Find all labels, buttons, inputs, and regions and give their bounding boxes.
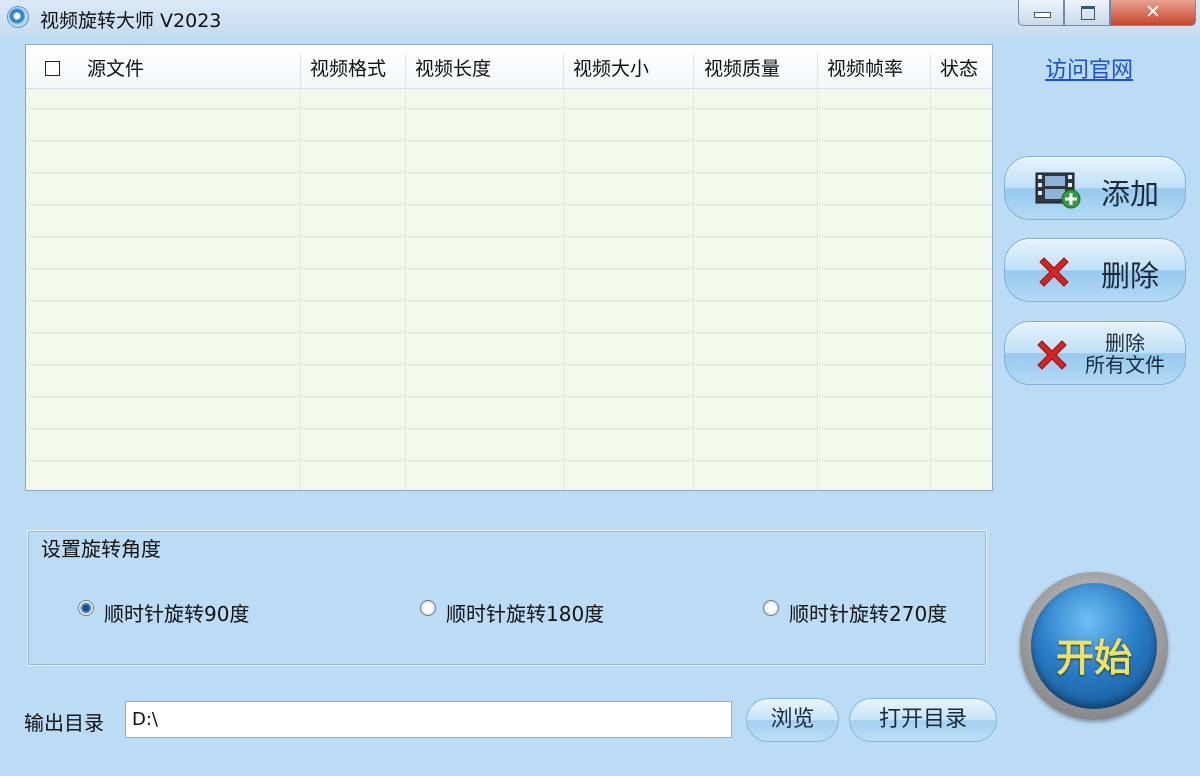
start-button[interactable]: 开始 xyxy=(1020,572,1168,720)
column-grid-line xyxy=(405,88,406,490)
column-separator xyxy=(693,53,694,88)
output-directory-label: 输出目录 xyxy=(24,711,104,735)
column-separator xyxy=(817,53,818,88)
add-file-button[interactable]: 添加 xyxy=(1004,156,1186,220)
radio-unselected-icon xyxy=(420,600,436,616)
add-button-label: 添加 xyxy=(1101,177,1160,211)
column-header-size[interactable]: 视频大小 xyxy=(573,45,649,88)
close-icon: ✕ xyxy=(1145,1,1161,23)
open-directory-button[interactable]: 打开目录 xyxy=(849,698,997,742)
column-grid-line xyxy=(300,88,301,490)
delete-all-label-line2: 所有文件 xyxy=(1085,353,1165,377)
column-separator xyxy=(300,53,301,88)
film-add-icon xyxy=(1035,172,1081,209)
official-website-link[interactable]: 访问官网 xyxy=(1045,52,1133,84)
delete-all-label-line1: 删除 xyxy=(1105,331,1145,355)
close-button[interactable]: ✕ xyxy=(1110,0,1196,26)
rotate-180-label: 顺时针旋转180度 xyxy=(446,602,605,626)
title-bar[interactable]: 视频旋转大师 V2023 ✕ xyxy=(0,0,1200,38)
delete-all-button-label: 删除 所有文件 xyxy=(1075,332,1175,376)
column-header-source-file[interactable]: 源文件 xyxy=(87,45,144,88)
rotation-group-title: 设置旋转角度 xyxy=(38,533,164,562)
column-grid-line xyxy=(693,88,694,490)
column-grid-line xyxy=(817,88,818,490)
file-list-table[interactable]: 源文件 视频格式 视频长度 视频大小 视频质量 视频帧率 状态 xyxy=(25,44,993,491)
column-separator xyxy=(930,53,931,88)
output-directory-input[interactable] xyxy=(125,701,732,738)
minimize-button[interactable] xyxy=(1018,0,1064,26)
red-x-icon xyxy=(1039,257,1069,287)
column-header-status[interactable]: 状态 xyxy=(940,45,978,88)
delete-file-button[interactable]: 删除 xyxy=(1004,238,1186,302)
radio-unselected-icon xyxy=(763,600,779,616)
delete-button-label: 删除 xyxy=(1101,259,1160,293)
start-button-face: 开始 xyxy=(1031,583,1157,709)
radio-selected-icon xyxy=(78,600,94,616)
column-header-format[interactable]: 视频格式 xyxy=(310,45,386,88)
column-grid-line xyxy=(930,88,931,490)
select-all-checkbox[interactable] xyxy=(45,61,60,76)
column-separator xyxy=(563,53,564,88)
red-x-icon xyxy=(1037,340,1067,370)
rotate-90-label: 顺时针旋转90度 xyxy=(104,602,250,626)
column-header-quality[interactable]: 视频质量 xyxy=(704,45,780,88)
start-button-label: 开始 xyxy=(1055,636,1132,680)
maximize-button[interactable] xyxy=(1064,0,1110,26)
main-window: 视频旋转大师 V2023 ✕ 源文件 视频格式 视频长度 视频大小 视频质量 视… xyxy=(0,0,1200,776)
app-logo-icon xyxy=(8,7,28,27)
column-header-framerate[interactable]: 视频帧率 xyxy=(827,45,903,88)
column-header-duration[interactable]: 视频长度 xyxy=(415,45,491,88)
delete-all-files-button[interactable]: 删除 所有文件 xyxy=(1004,321,1186,385)
rotate-270-label: 顺时针旋转270度 xyxy=(789,602,948,626)
table-header: 源文件 视频格式 视频长度 视频大小 视频质量 视频帧率 状态 xyxy=(26,45,992,89)
column-grid-line xyxy=(563,88,564,490)
browse-button[interactable]: 浏览 xyxy=(746,698,839,742)
window-title: 视频旋转大师 V2023 xyxy=(40,10,222,32)
column-separator xyxy=(405,53,406,88)
